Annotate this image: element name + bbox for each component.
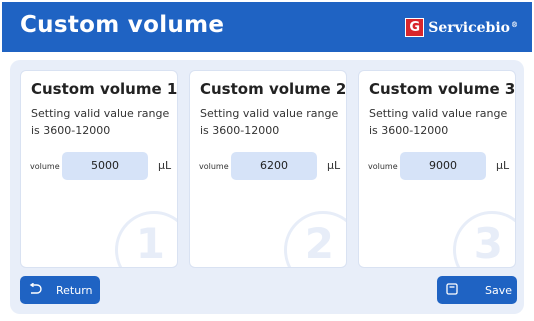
- brand: G Servicebio®: [405, 18, 518, 37]
- volume-label: volume: [199, 162, 229, 171]
- brand-logo-icon: G: [405, 18, 425, 37]
- save-button-label: Save: [485, 283, 513, 297]
- volume-input-2[interactable]: 6200: [231, 152, 317, 180]
- header-bar: Custom volume G Servicebio®: [2, 2, 532, 52]
- custom-volume-card-1: 1 Custom volume 1 Setting valid value ra…: [20, 70, 178, 268]
- watermark-number: 3: [473, 219, 503, 268]
- card-title: Custom volume 2: [200, 80, 347, 98]
- volume-label: volume: [368, 162, 398, 171]
- brand-registered-mark: ®: [511, 19, 518, 29]
- card-description: Setting valid value range is 3600-12000: [369, 107, 508, 137]
- card-description: Setting valid value range is 3600-12000: [31, 107, 170, 137]
- custom-volume-card-3: 3 Custom volume 3 Setting valid value ra…: [358, 70, 516, 268]
- volume-input-1[interactable]: 5000: [62, 152, 148, 180]
- custom-volume-card-2: 2 Custom volume 2 Setting valid value ra…: [189, 70, 347, 268]
- watermark-number: 1: [135, 219, 165, 268]
- save-button[interactable]: Save: [437, 276, 517, 304]
- unit-label: μL: [496, 159, 510, 172]
- unit-label: μL: [327, 159, 341, 172]
- watermark-number: 2: [304, 219, 334, 268]
- unit-label: μL: [158, 159, 172, 172]
- return-button[interactable]: Return: [20, 276, 100, 304]
- return-button-label: Return: [56, 283, 93, 297]
- card-title: Custom volume 3: [369, 80, 516, 98]
- card-description: Setting valid value range is 3600-12000: [200, 107, 339, 137]
- save-icon: [446, 282, 458, 298]
- card-title: Custom volume 1: [31, 80, 178, 98]
- volume-label: volume: [30, 162, 60, 171]
- volume-input-3[interactable]: 9000: [400, 152, 486, 180]
- brand-name-text: Servicebio: [428, 19, 510, 36]
- return-arrow-icon: [28, 282, 42, 298]
- brand-name: Servicebio®: [428, 20, 518, 36]
- page-title: Custom volume: [20, 12, 225, 38]
